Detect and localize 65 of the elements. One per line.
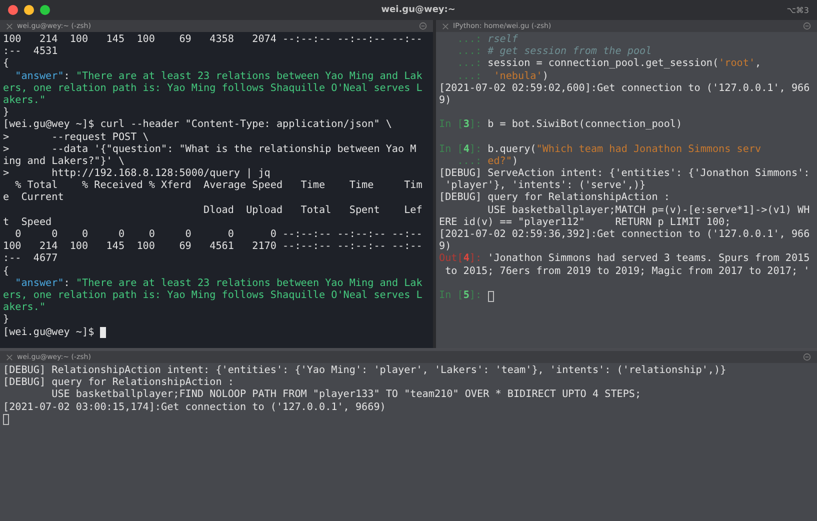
terminal-line: "answer": "There are at least 23 relations between Yao Ming and Lak — [14, 70, 422, 83]
close-icon[interactable] — [6, 354, 13, 360]
terminal-line: akers." — [3, 94, 46, 107]
terminal-line: } — [3, 314, 10, 327]
minimize-window-button[interactable] — [24, 5, 34, 15]
terminal-line: > --data '{"question": "What is the relationship between Yao M — [3, 144, 416, 156]
terminal-line: ...: 'nebula') — [456, 70, 548, 83]
terminal-line: [2021-07-02 02:59:36,392]:Get connection to ('127.0.0.1', 966 — [439, 229, 810, 241]
minimize-pane-icon[interactable] — [419, 22, 427, 30]
terminal-line: ERE id(v) == "player112" RETURN p LIMIT 100; — [439, 216, 731, 229]
text-cursor — [100, 327, 106, 338]
terminal-line: Out[4]: 'Jonathon Simmons had served 3 teams. Spurs from 2015 — [439, 253, 810, 266]
terminal-line: [2021-07-02 02:59:02,600]:Get connection to ('127.0.0.1', 966 — [439, 82, 810, 95]
terminal-pane[interactable] — [0, 20, 433, 348]
terminal-line: t Speed — [3, 216, 52, 230]
terminal-line: [2021-07-02 03:00:15,174]:Get connection to ('127.0.0.1', 9669) — [3, 402, 386, 414]
terminal-line: [DEBUG] RelationshipAction intent: {'entities': {'Yao Ming': 'player', 'Lakers': 'team'}, 'intents': ('relationship',)} — [3, 365, 726, 377]
terminal-line: :-- 4677 — [3, 253, 58, 266]
text-cursor — [3, 414, 9, 426]
terminal-line: 9) — [439, 94, 452, 108]
terminal-line: In [4]: b.query("Which team had Jonathon Simmons serv — [439, 144, 762, 156]
terminal-pane[interactable] — [436, 20, 817, 348]
terminal-line: USE basketballplayer;MATCH p=(v)-[e:serve*1]->(v1) WH — [486, 204, 810, 217]
close-icon[interactable] — [6, 22, 13, 30]
terminal-line: ers, one relation path is: Yao Ming follows Shaquille O'Neal serves L — [3, 82, 422, 95]
close-window-button[interactable] — [8, 5, 18, 15]
terminal-line: :-- 4531 — [3, 46, 58, 58]
minimize-pane-icon[interactable] — [803, 353, 811, 361]
terminal-line: ...: ed?") — [456, 156, 518, 168]
terminal-line: 100 214 100 145 100 69 4358 2074 --:--:-- --:--:-- --:-- — [3, 34, 422, 46]
shortcut-label: ⌥⌘3 — [786, 6, 809, 14]
terminal-line: ...: # get session from the pool — [456, 46, 652, 58]
terminal-line: ers, one relation path is: Yao Ming follows Shaquille O'Neal serves L — [3, 290, 422, 302]
terminal-line: 9) — [439, 241, 452, 253]
terminal-line: [wei.gu@wey ~]$ — [3, 326, 96, 339]
terminal-line: { — [3, 58, 10, 71]
terminal-line: [wei.gu@wey ~]$ curl --header "Content-Type: application/json" \ — [3, 119, 392, 132]
terminal-line: [DEBUG] ServeAction intent: {'entities': {'Jonathon Simmons': — [439, 168, 810, 180]
terminal-line: In [3]: b = bot.SiwiBot(connection_pool) — [439, 119, 682, 132]
terminal-line: > --request POST \ — [3, 132, 149, 144]
terminal-line: In [5]: — [439, 290, 483, 302]
terminal-line: 100 214 100 145 100 69 4561 2170 --:--:-- --:--:-- --:-- — [3, 241, 422, 254]
terminal-line: "answer": "There are at least 23 relations between Yao Ming and Lak — [14, 278, 422, 290]
terminal-line: 'player'}, 'intents': ('serve',)} — [444, 180, 646, 192]
terminal-line: ing and Lakers?"}' \ — [3, 156, 125, 168]
terminal-line: { — [3, 266, 10, 278]
terminal-line: > http://192.168.8.128:5000/query | jq — [3, 168, 270, 180]
terminal-line: akers." — [3, 302, 46, 314]
terminal-line: USE basketballplayer;FIND NOLOOP PATH FROM "player133" TO "team210" OVER * BIDIRECT UPTO 4 STEPS; — [50, 389, 642, 402]
text-cursor — [488, 290, 494, 302]
terminal-line: } — [3, 107, 10, 119]
close-icon[interactable] — [442, 22, 449, 30]
terminal-line: 0 0 0 0 0 0 0 0 --:--:-- --:--:-- --:-- — [14, 229, 422, 242]
terminal-line: Dload Upload Total Spent Lef — [202, 204, 422, 217]
minimize-pane-icon[interactable] — [803, 22, 811, 30]
window-title: wei.gu@wey:~ — [380, 5, 456, 15]
terminal-line: ...: rself — [456, 34, 518, 46]
terminal-line: % Total % Received % Xferd Average Speed Time Time Tim — [14, 180, 422, 192]
terminal-line: to 2015; 76ers from 2019 to 2019; Magic from 2017 to 2017; ' — [444, 266, 810, 278]
terminal-line: [DEBUG] query for RelationshipAction : — [3, 377, 234, 389]
zoom-window-button[interactable] — [40, 5, 50, 15]
terminal-pane[interactable] — [0, 351, 817, 521]
terminal-line: ...: session = connection_pool.get_session('root', — [456, 58, 762, 71]
terminal-line: e Current — [3, 192, 64, 205]
terminal-line: [DEBUG] query for RelationshipAction : — [439, 192, 670, 205]
